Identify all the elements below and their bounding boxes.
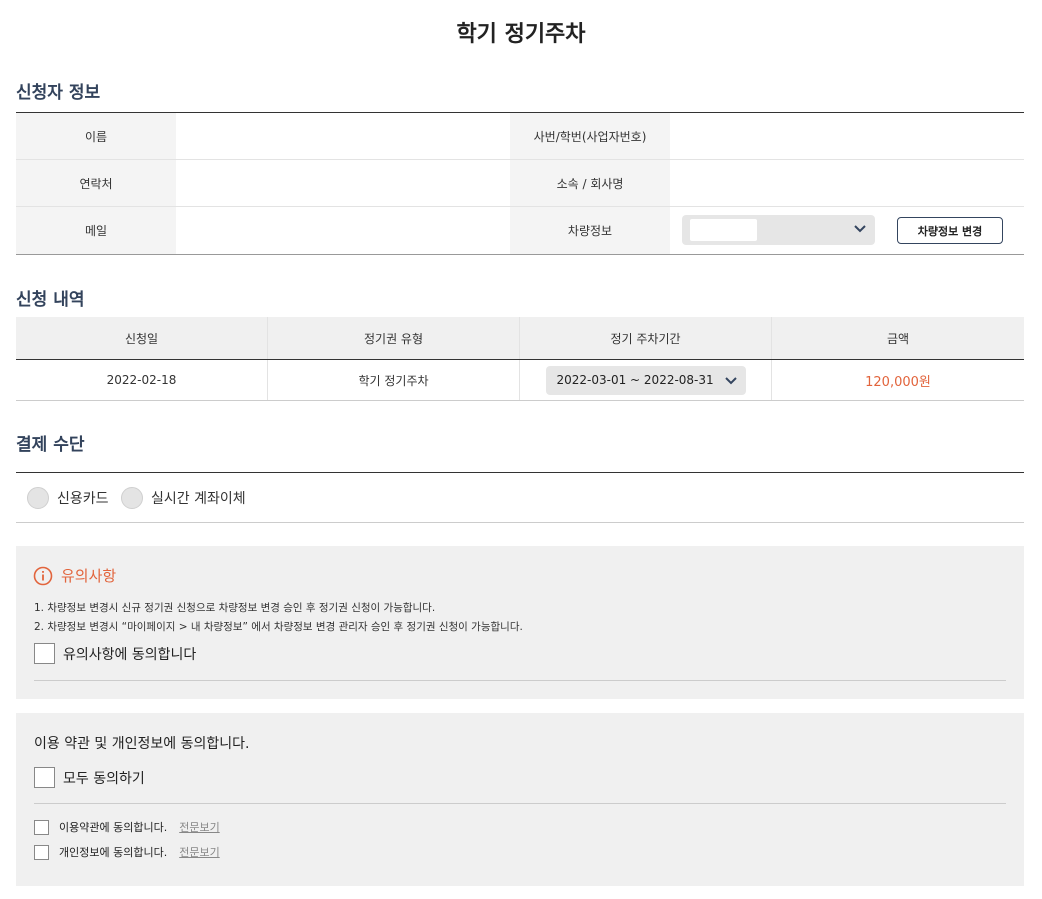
id-value bbox=[670, 113, 1024, 159]
notice-agree-label: 유의사항에 동의합니다 bbox=[63, 646, 197, 663]
payment-bottom-divider bbox=[16, 522, 1024, 523]
notice-line-2: 2. 차량정보 변경시 “마이페이지 > 내 차량정보” 에서 차량정보 변경 … bbox=[34, 621, 523, 633]
header-date: 신청일 bbox=[16, 317, 268, 359]
payment-option-transfer[interactable]: 실시간 계좌이체 bbox=[121, 487, 246, 509]
payment-option-transfer-label: 실시간 계좌이체 bbox=[151, 491, 246, 507]
terms-privacy-checkbox[interactable] bbox=[34, 844, 49, 860]
period-select[interactable]: 2022-03-01 ~ 2022-08-31 bbox=[545, 365, 746, 395]
terms-usage-label: 이용약관에 동의합니다. bbox=[59, 821, 168, 834]
history-table: 신청일 정기권 유형 정기 주차기간 금액 2022-02-18 학기 정기주차… bbox=[16, 317, 1024, 401]
notice-title: 유의사항 bbox=[61, 567, 117, 585]
notice-header: 유의사항 bbox=[33, 565, 116, 586]
car-select-value bbox=[690, 219, 757, 241]
terms-panel: 이용 약관 및 개인정보에 동의합니다. 모두 동의하기 이용약관에 동의합니다… bbox=[16, 713, 1024, 886]
terms-usage-checkbox[interactable] bbox=[34, 819, 49, 835]
page-title: 학기 정기주차 bbox=[456, 22, 586, 47]
applicant-info-table: 이름 사번/학번(사업자번호) 연락처 소속 / 회사명 메일 차량정보 차량정… bbox=[16, 112, 1024, 255]
phone-value bbox=[176, 160, 510, 206]
notice-agree-row[interactable]: 유의사항에 동의합니다 bbox=[34, 643, 196, 664]
notice-line-1: 1. 차량정보 변경시 신규 정기권 신청으로 차량정보 변경 승인 후 정기권… bbox=[34, 602, 436, 614]
org-value bbox=[670, 160, 1024, 206]
terms-title: 이용 약관 및 개인정보에 동의합니다. bbox=[34, 736, 250, 752]
cell-amount: 120,000원 bbox=[772, 360, 1024, 400]
period-select-value: 2022-03-01 ~ 2022-08-31 bbox=[556, 373, 714, 387]
chevron-down-icon bbox=[854, 225, 866, 233]
applicant-row-name: 이름 사번/학번(사업자번호) bbox=[16, 113, 1024, 160]
name-label: 이름 bbox=[16, 113, 176, 159]
cell-period: 2022-03-01 ~ 2022-08-31 bbox=[520, 360, 772, 400]
terms-privacy-label: 개인정보에 동의합니다. bbox=[59, 846, 168, 859]
car-value: 차량정보 변경 bbox=[670, 207, 1024, 254]
history-section-title: 신청 내역 bbox=[16, 290, 85, 310]
header-type: 정기권 유형 bbox=[268, 317, 520, 359]
notice-agree-checkbox[interactable] bbox=[34, 643, 55, 664]
car-select[interactable] bbox=[682, 215, 875, 245]
email-label: 메일 bbox=[16, 207, 176, 254]
terms-all-checkbox[interactable] bbox=[34, 767, 55, 788]
email-value bbox=[176, 207, 510, 254]
car-label: 차량정보 bbox=[510, 207, 670, 254]
payment-option-card-label: 신용카드 bbox=[57, 491, 109, 507]
name-value bbox=[176, 113, 510, 159]
terms-item-usage[interactable]: 이용약관에 동의합니다. 전문보기 bbox=[34, 819, 220, 835]
terms-item-privacy[interactable]: 개인정보에 동의합니다. 전문보기 bbox=[34, 844, 220, 860]
car-change-button[interactable]: 차량정보 변경 bbox=[897, 217, 1003, 244]
applicant-row-phone: 연락처 소속 / 회사명 bbox=[16, 160, 1024, 207]
header-period: 정기 주차기간 bbox=[520, 317, 772, 359]
notice-panel: 유의사항 1. 차량정보 변경시 신규 정기권 신청으로 차량정보 변경 승인 … bbox=[16, 546, 1024, 699]
terms-divider bbox=[34, 803, 1006, 804]
applicant-row-email: 메일 차량정보 차량정보 변경 bbox=[16, 207, 1024, 254]
payment-top-divider bbox=[16, 472, 1024, 473]
terms-all-row[interactable]: 모두 동의하기 bbox=[34, 767, 145, 788]
header-amount: 금액 bbox=[886, 331, 910, 346]
org-label: 소속 / 회사명 bbox=[510, 160, 670, 206]
id-label: 사번/학번(사업자번호) bbox=[510, 113, 670, 159]
info-icon bbox=[33, 566, 53, 585]
notice-divider bbox=[34, 680, 1006, 681]
payment-option-card[interactable]: 신용카드 bbox=[27, 487, 109, 509]
amount-value: 120,000원 bbox=[865, 374, 931, 390]
terms-privacy-view-link[interactable]: 전문보기 bbox=[179, 844, 219, 860]
cell-type: 학기 정기주차 bbox=[268, 360, 520, 400]
chevron-down-icon bbox=[724, 376, 737, 384]
table-row: 2022-02-18 학기 정기주차 2022-03-01 ~ 2022-08-… bbox=[16, 360, 1024, 400]
applicant-section-title: 신청자 정보 bbox=[16, 83, 101, 103]
cell-date: 2022-02-18 bbox=[16, 360, 268, 400]
radio-transfer[interactable] bbox=[121, 487, 143, 509]
terms-all-label: 모두 동의하기 bbox=[63, 770, 145, 787]
phone-label: 연락처 bbox=[16, 160, 176, 206]
terms-usage-view-link[interactable]: 전문보기 bbox=[179, 819, 219, 835]
history-header-row: 신청일 정기권 유형 정기 주차기간 금액 bbox=[16, 317, 1024, 360]
radio-card[interactable] bbox=[27, 487, 49, 509]
payment-section-title: 결제 수단 bbox=[16, 435, 85, 455]
